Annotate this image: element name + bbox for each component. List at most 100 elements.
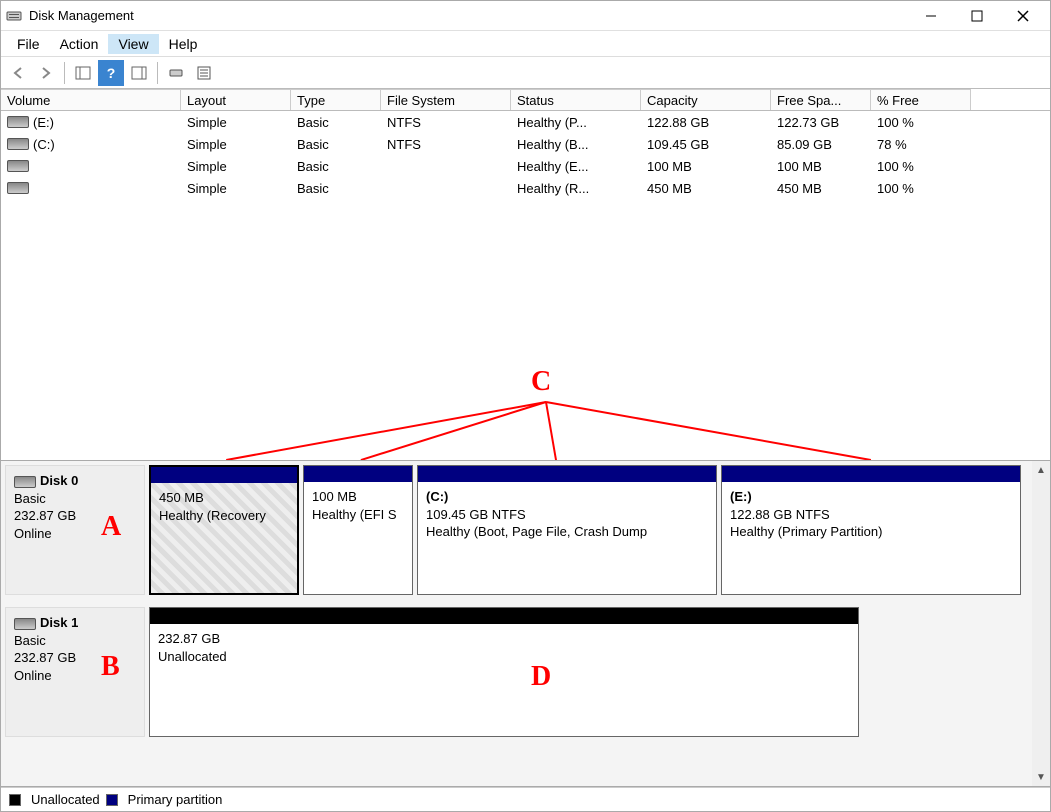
annotation-line <box>361 401 547 461</box>
partition-body: 232.87 GBUnallocated <box>150 624 858 736</box>
volume-layout: Simple <box>181 111 291 133</box>
volume-row[interactable]: SimpleBasicHealthy (R...450 MB450 MB100 … <box>1 177 1050 199</box>
volume-type: Basic <box>291 133 381 155</box>
col-free-space[interactable]: Free Spa... <box>771 89 871 110</box>
disk-icon <box>14 618 36 630</box>
col-pct-free[interactable]: % Free <box>871 89 971 110</box>
volume-capacity: 122.88 GB <box>641 111 771 133</box>
annotation-c: C <box>531 366 551 398</box>
show-hide-action-pane-button[interactable] <box>126 60 152 86</box>
disk-row: Disk 0Basic232.87 GBOnline450 MBHealthy … <box>5 465 1042 595</box>
volume-type: Basic <box>291 155 381 177</box>
volume-name: (C:) <box>1 133 181 155</box>
volume-pct-free: 100 % <box>871 155 971 177</box>
partition[interactable]: (E:)122.88 GB NTFSHealthy (Primary Parti… <box>721 465 1021 595</box>
col-volume[interactable]: Volume <box>1 89 181 110</box>
vertical-scrollbar[interactable]: ▲ ▼ <box>1032 461 1050 786</box>
close-button[interactable] <box>1000 1 1046 31</box>
menu-view[interactable]: View <box>108 34 158 54</box>
menu-file[interactable]: File <box>7 34 50 54</box>
volume-free-space: 450 MB <box>771 177 871 199</box>
volume-pct-free: 100 % <box>871 111 971 133</box>
volume-layout: Simple <box>181 133 291 155</box>
disk-info[interactable]: Disk 0Basic232.87 GBOnline <box>5 465 145 595</box>
volume-pct-free: 100 % <box>871 177 971 199</box>
title-bar: Disk Management <box>1 1 1050 31</box>
partition[interactable]: 232.87 GBUnallocated <box>149 607 859 737</box>
legend: Unallocated Primary partition <box>1 787 1050 811</box>
volume-row[interactable]: (C:)SimpleBasicNTFSHealthy (B...109.45 G… <box>1 133 1050 155</box>
col-type[interactable]: Type <box>291 89 381 110</box>
partition-header-primary <box>722 466 1020 482</box>
volume-status: Healthy (E... <box>511 155 641 177</box>
menu-help[interactable]: Help <box>159 34 208 54</box>
disk-info[interactable]: Disk 1Basic232.87 GBOnline <box>5 607 145 737</box>
annotation-line <box>226 401 546 461</box>
volume-name <box>1 155 181 177</box>
volume-free-space: 122.73 GB <box>771 111 871 133</box>
partition[interactable]: 100 MBHealthy (EFI S <box>303 465 413 595</box>
volume-capacity: 450 MB <box>641 177 771 199</box>
app-icon <box>5 7 23 25</box>
volume-status: Healthy (B... <box>511 133 641 155</box>
scroll-down-icon[interactable]: ▼ <box>1032 768 1050 786</box>
partition[interactable]: (C:)109.45 GB NTFSHealthy (Boot, Page Fi… <box>417 465 717 595</box>
minimize-button[interactable] <box>908 1 954 31</box>
scroll-up-icon[interactable]: ▲ <box>1032 461 1050 479</box>
legend-swatch-primary <box>106 794 118 806</box>
volume-name: (E:) <box>1 111 181 133</box>
annotation-line <box>546 401 871 461</box>
volume-status: Healthy (P... <box>511 111 641 133</box>
col-status[interactable]: Status <box>511 89 641 110</box>
col-layout[interactable]: Layout <box>181 89 291 110</box>
disk-map: Disk 0Basic232.87 GBOnline450 MBHealthy … <box>1 461 1050 787</box>
disk-management-window: Disk Management File Action View Help ? … <box>0 0 1051 812</box>
forward-button[interactable] <box>33 60 59 86</box>
partition-body: (C:)109.45 GB NTFSHealthy (Boot, Page Fi… <box>418 482 716 594</box>
partition-header-primary <box>418 466 716 482</box>
properties-button[interactable] <box>191 60 217 86</box>
volume-layout: Simple <box>181 177 291 199</box>
volume-row[interactable]: SimpleBasicHealthy (E...100 MB100 MB100 … <box>1 155 1050 177</box>
help-button[interactable]: ? <box>98 60 124 86</box>
volume-layout: Simple <box>181 155 291 177</box>
maximize-button[interactable] <box>954 1 1000 31</box>
col-capacity[interactable]: Capacity <box>641 89 771 110</box>
refresh-button[interactable] <box>163 60 189 86</box>
disk-icon <box>14 476 36 488</box>
menu-bar: File Action View Help <box>1 31 1050 57</box>
partition-body: 100 MBHealthy (EFI S <box>304 482 412 594</box>
volume-list[interactable]: (E:)SimpleBasicNTFSHealthy (P...122.88 G… <box>1 111 1050 461</box>
window-title: Disk Management <box>29 8 134 23</box>
volume-filesystem: NTFS <box>381 111 511 133</box>
col-filesystem[interactable]: File System <box>381 89 511 110</box>
volume-row[interactable]: (E:)SimpleBasicNTFSHealthy (P...122.88 G… <box>1 111 1050 133</box>
partition-header-unallocated <box>150 608 858 624</box>
partition-strip: 232.87 GBUnallocated <box>145 607 1042 737</box>
annotation-line <box>545 402 557 460</box>
volume-type: Basic <box>291 111 381 133</box>
volume-type: Basic <box>291 177 381 199</box>
volume-icon <box>7 182 29 194</box>
volume-filesystem <box>381 177 511 199</box>
volume-name <box>1 177 181 199</box>
volume-free-space: 85.09 GB <box>771 133 871 155</box>
partition-body: (E:)122.88 GB NTFSHealthy (Primary Parti… <box>722 482 1020 594</box>
partition-body: 450 MBHealthy (Recovery <box>151 483 297 593</box>
legend-swatch-unallocated <box>9 794 21 806</box>
volume-list-header: Volume Layout Type File System Status Ca… <box>1 89 1050 111</box>
volume-capacity: 100 MB <box>641 155 771 177</box>
volume-icon <box>7 160 29 172</box>
toolbar-separator <box>157 62 158 84</box>
show-hide-console-tree-button[interactable] <box>70 60 96 86</box>
back-button[interactable] <box>5 60 31 86</box>
volume-free-space: 100 MB <box>771 155 871 177</box>
partition-header-primary <box>304 466 412 482</box>
partition-strip: 450 MBHealthy (Recovery100 MBHealthy (EF… <box>145 465 1042 595</box>
volume-pct-free: 78 % <box>871 133 971 155</box>
partition[interactable]: 450 MBHealthy (Recovery <box>149 465 299 595</box>
volume-filesystem <box>381 155 511 177</box>
disk-row: Disk 1Basic232.87 GBOnline232.87 GBUnall… <box>5 607 1042 737</box>
menu-action[interactable]: Action <box>50 34 109 54</box>
volume-filesystem: NTFS <box>381 133 511 155</box>
